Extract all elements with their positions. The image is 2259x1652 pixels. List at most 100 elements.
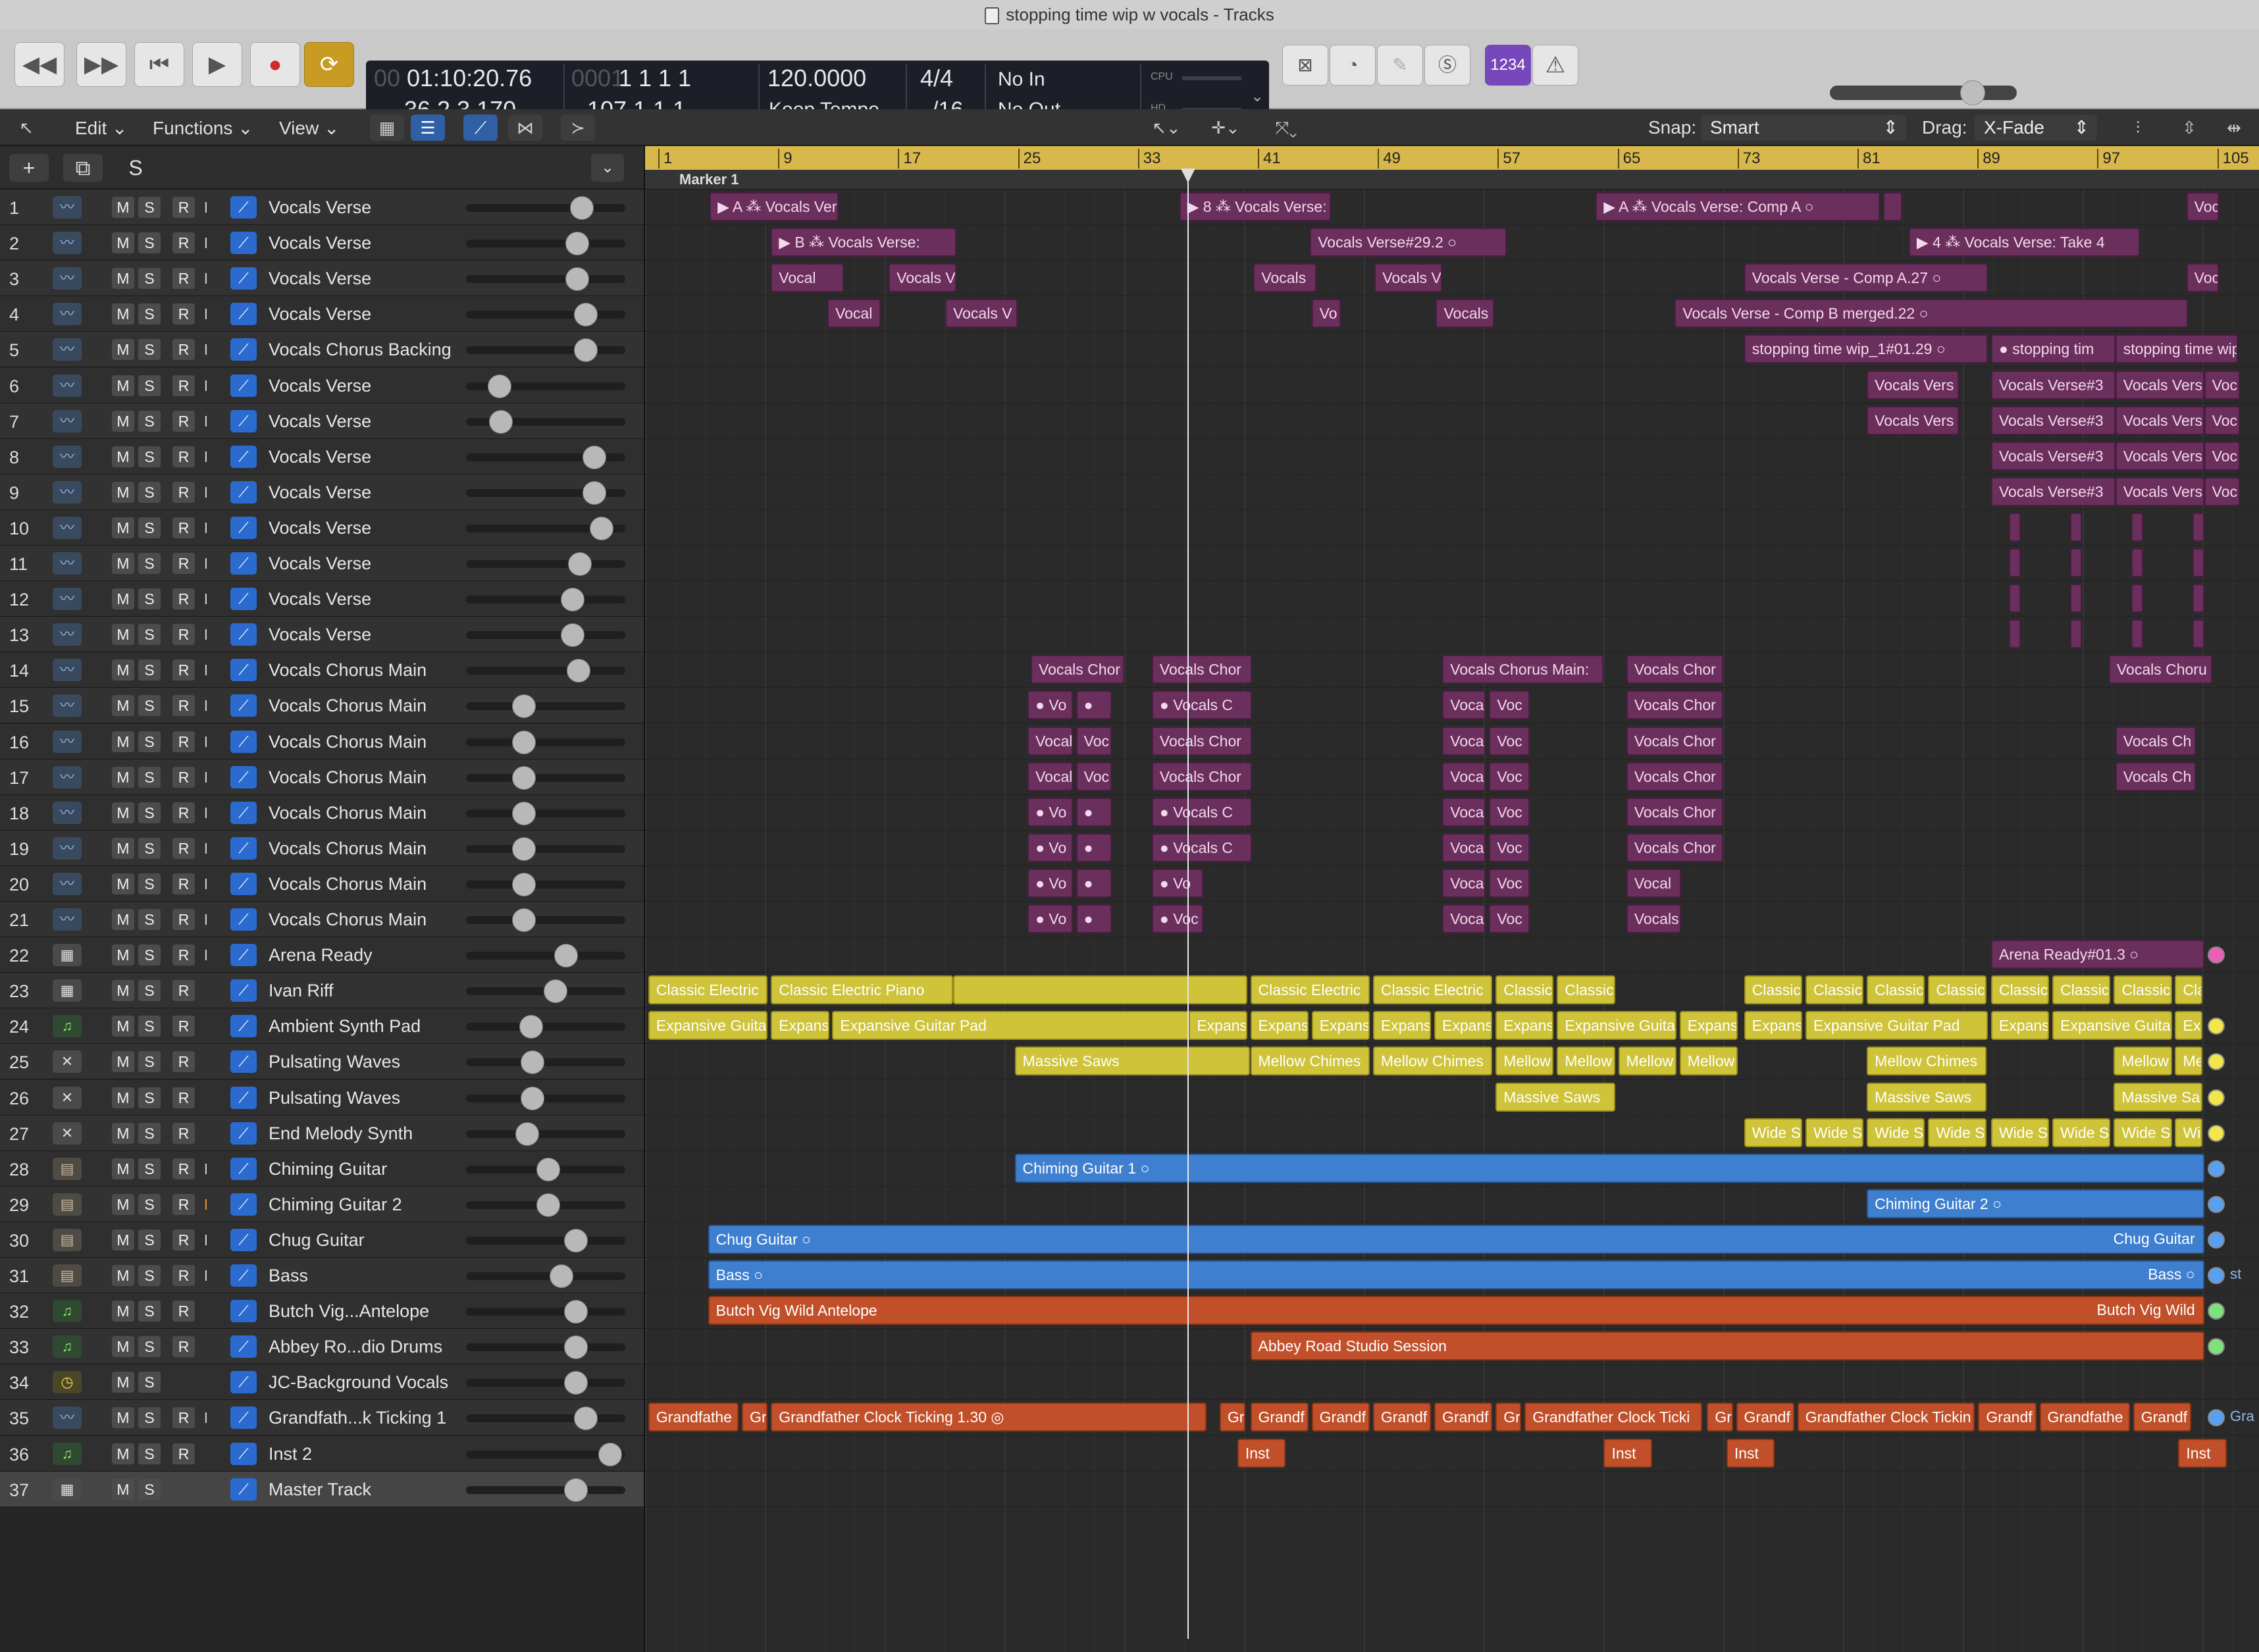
- track-name[interactable]: Bass: [269, 1266, 308, 1286]
- input-monitor-button[interactable]: I: [199, 482, 213, 503]
- solo-button[interactable]: S: [138, 1193, 161, 1215]
- region[interactable]: Vocals: [1436, 299, 1494, 328]
- volume-knob[interactable]: [515, 1122, 539, 1146]
- solo-button[interactable]: S: [138, 481, 161, 503]
- speedometer-icon[interactable]: ◔: [1330, 45, 1376, 86]
- record-enable-button[interactable]: R: [172, 624, 195, 646]
- region[interactable]: Vocals Vers: [1867, 370, 1959, 400]
- region[interactable]: Expans: [1311, 1011, 1370, 1041]
- rewind-button[interactable]: ◀◀: [14, 42, 65, 87]
- region[interactable]: Expans: [1744, 1011, 1803, 1041]
- region[interactable]: Mellow Chimes: [1867, 1046, 1986, 1076]
- play-button[interactable]: ▶: [192, 42, 242, 87]
- record-enable-button[interactable]: R: [172, 410, 195, 432]
- collapse-icon[interactable]: ⌄: [591, 154, 624, 182]
- grid-view-icon[interactable]: ▦: [370, 115, 404, 141]
- waveform-zoom-icon[interactable]: ⫶: [2121, 115, 2155, 141]
- region[interactable]: Expansive Guitar Pad: [832, 1011, 1196, 1041]
- region-fragment[interactable]: [2008, 512, 2021, 542]
- region[interactable]: Mellow: [1618, 1046, 1676, 1076]
- mute-button[interactable]: M: [112, 1016, 134, 1037]
- automation-icon[interactable]: ⟋: [230, 872, 257, 895]
- region-fragment[interactable]: [2070, 548, 2083, 577]
- track-name[interactable]: Grandfath...k Ticking 1: [269, 1408, 446, 1428]
- catch-icon[interactable]: ≻: [561, 115, 595, 141]
- region-loop-dot[interactable]: [2207, 1018, 2225, 1035]
- volume-knob[interactable]: [544, 979, 568, 1004]
- region[interactable]: Vocals Vers: [2115, 405, 2204, 435]
- master-volume-knob[interactable]: [1960, 80, 1985, 105]
- global-solo-button[interactable]: S: [116, 154, 155, 182]
- record-enable-button[interactable]: R: [172, 1301, 195, 1322]
- volume-slider[interactable]: [466, 588, 625, 612]
- record-enable-button[interactable]: R: [172, 1229, 195, 1251]
- bar-ruler[interactable]: 1 9 17 25 33 41 49 57 65 73 81 89 97 105: [645, 146, 2259, 170]
- input-monitor-button[interactable]: I: [199, 1229, 213, 1251]
- input-monitor-button[interactable]: I: [199, 303, 213, 324]
- track-name[interactable]: Master Track: [269, 1480, 371, 1500]
- track-name[interactable]: Chug Guitar: [269, 1230, 365, 1251]
- volume-knob[interactable]: [561, 588, 585, 612]
- region-loop-dot[interactable]: [2207, 1338, 2225, 1356]
- volume-knob[interactable]: [590, 516, 614, 540]
- volume-knob[interactable]: [521, 1050, 545, 1075]
- track-name[interactable]: Inst 2: [269, 1444, 312, 1464]
- track-name[interactable]: Vocals Verse: [269, 554, 371, 574]
- solo-button[interactable]: S: [138, 1158, 161, 1179]
- region[interactable]: Voc: [1489, 761, 1530, 791]
- record-enable-button[interactable]: R: [172, 873, 195, 894]
- region[interactable]: ●: [1076, 797, 1112, 827]
- region[interactable]: Grandf: [1311, 1403, 1370, 1432]
- flex-icon[interactable]: ⋈: [508, 115, 542, 141]
- volume-knob[interactable]: [565, 267, 589, 292]
- mute-button[interactable]: M: [112, 624, 134, 646]
- region[interactable]: Vocals Vers: [1867, 405, 1959, 435]
- volume-knob[interactable]: [536, 1157, 561, 1181]
- solo-button[interactable]: S: [138, 588, 161, 610]
- region[interactable]: Abbey Road Studio Session: [1250, 1331, 2204, 1361]
- region[interactable]: Vocals Verse#3: [1990, 370, 2116, 400]
- mute-button[interactable]: M: [112, 588, 134, 610]
- track-name[interactable]: Vocals Verse: [269, 376, 371, 396]
- volume-slider[interactable]: [466, 801, 625, 825]
- mute-button[interactable]: M: [112, 1265, 134, 1286]
- track-row[interactable]: 24 ♫ M S R ⟋ Ambient Synth Pad: [0, 1008, 644, 1045]
- region[interactable]: Wide S: [2114, 1118, 2172, 1147]
- mute-button[interactable]: M: [112, 1372, 134, 1393]
- solo-button[interactable]: S: [138, 1229, 161, 1251]
- volume-slider[interactable]: [466, 1157, 625, 1181]
- track-row[interactable]: 25 ✕ M S R ⟋ Pulsating Waves: [0, 1044, 644, 1080]
- region[interactable]: Vocals Chor: [1626, 761, 1723, 791]
- solo-button[interactable]: S: [138, 1443, 161, 1464]
- automation-icon[interactable]: ⟋: [230, 1300, 257, 1323]
- region-fragment[interactable]: [2131, 548, 2144, 577]
- region[interactable]: Classic: [2114, 975, 2172, 1005]
- record-enable-button[interactable]: R: [172, 1016, 195, 1037]
- region[interactable]: ●: [1076, 833, 1112, 862]
- region[interactable]: Grandf: [1250, 1403, 1309, 1432]
- mute-button[interactable]: M: [112, 659, 134, 681]
- solo-button[interactable]: S: [138, 1407, 161, 1429]
- region[interactable]: Vocals Verse#3: [1990, 405, 2116, 435]
- volume-slider[interactable]: [466, 1228, 625, 1252]
- volume-knob[interactable]: [574, 303, 598, 327]
- region-fragment[interactable]: [2070, 619, 2083, 649]
- track-row[interactable]: 20 〰 M S R I ⟋ Vocals Chorus Main: [0, 865, 644, 902]
- mute-button[interactable]: M: [112, 1087, 134, 1108]
- volume-slider[interactable]: [466, 908, 625, 932]
- region[interactable]: ● Vo: [1027, 904, 1073, 933]
- view-menu[interactable]: View ⌄: [279, 117, 339, 139]
- region[interactable]: Mellow Chimes: [1372, 1046, 1493, 1076]
- track-row[interactable]: 17 〰 M S R I ⟋ Vocals Chorus Main: [0, 759, 644, 795]
- input-monitor-button[interactable]: I: [199, 1265, 213, 1286]
- region[interactable]: Grandfather Clock Tickin: [1797, 1403, 1975, 1432]
- automation-icon[interactable]: ⟋: [230, 480, 257, 503]
- automation-icon[interactable]: ⟋: [230, 374, 257, 397]
- track-name[interactable]: Vocals Chorus Main: [269, 660, 427, 681]
- track-name[interactable]: Vocals Verse: [269, 589, 371, 609]
- region[interactable]: Classic: [1744, 975, 1803, 1005]
- track-name[interactable]: JC-Background Vocals: [269, 1372, 448, 1393]
- track-name[interactable]: Vocals Chorus Main: [269, 874, 427, 894]
- region[interactable]: Wide S: [1744, 1118, 1803, 1147]
- count-in-button[interactable]: 1234: [1485, 45, 1531, 86]
